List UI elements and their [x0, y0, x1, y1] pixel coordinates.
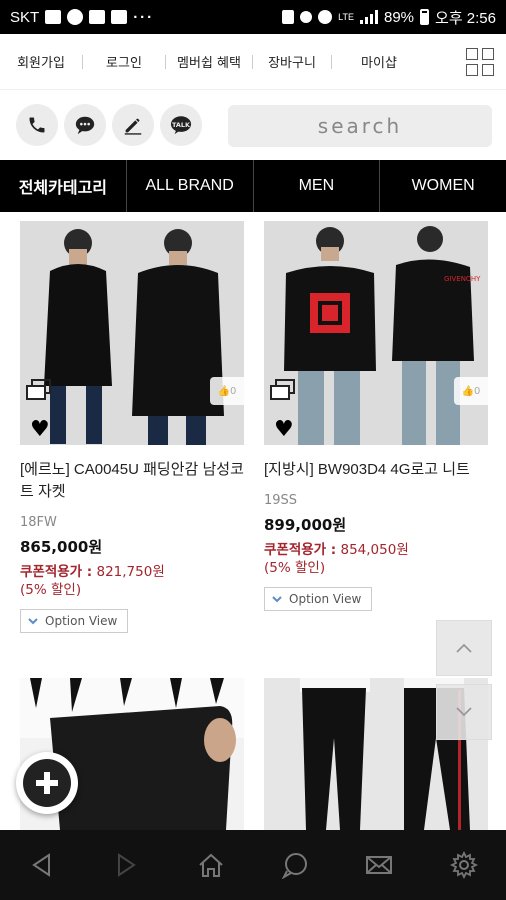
- talk-notification-icon: [67, 9, 84, 25]
- product-price: 899,000원: [264, 516, 347, 534]
- product-photo-coat: [20, 221, 244, 445]
- svg-text:TALK: TALK: [172, 121, 191, 129]
- like-count: 0: [474, 385, 481, 397]
- message-icon: [282, 853, 308, 879]
- product-card[interactable]: ♥ 👍 0 [에르노] CA0045U 패딩안감 남성코트 자켓 18FW 865…: [20, 221, 244, 633]
- signal-icon: [360, 10, 378, 24]
- mute-icon: [300, 11, 313, 23]
- coupon-value: 821,750원: [96, 564, 165, 580]
- nav-myshop-link[interactable]: 마이샵: [332, 52, 426, 71]
- nav-signup-link[interactable]: 회원가입: [0, 52, 82, 71]
- like-count: 0: [230, 385, 237, 397]
- clock: 오후 2:56: [435, 9, 496, 27]
- carrier-label: SKT: [10, 8, 40, 26]
- bottom-nav: [0, 830, 506, 900]
- coupon-price: 쿠폰적용가 : 821,750원 (5% 할인): [20, 563, 244, 599]
- chevron-up-icon: [456, 643, 472, 653]
- search-input[interactable]: search: [228, 105, 492, 147]
- copy-icon[interactable]: [26, 379, 52, 401]
- talk-icon: TALK: [170, 116, 192, 135]
- call-button[interactable]: [16, 104, 58, 146]
- scroll-down-button[interactable]: [436, 684, 492, 740]
- home-icon: [199, 853, 223, 877]
- email-notification-icon: [89, 10, 106, 24]
- option-view-button[interactable]: Option View: [20, 609, 129, 633]
- like-icon: 👍: [217, 385, 231, 397]
- tab-men[interactable]: MEN: [254, 160, 381, 212]
- gallery-notification-icon: [45, 10, 62, 24]
- chart-notification-icon: [111, 10, 128, 24]
- like-icon: 👍: [461, 385, 475, 397]
- floating-plus-button[interactable]: [16, 752, 78, 814]
- back-button[interactable]: [18, 841, 66, 889]
- chevron-down-icon: [456, 707, 472, 717]
- status-bar: SKT ··· LTE 89% 오후 2:56: [0, 0, 506, 34]
- svg-text:GIVENCHY: GIVENCHY: [444, 275, 481, 283]
- tab-all-brand[interactable]: ALL BRAND: [127, 160, 254, 212]
- chat-button[interactable]: [64, 104, 106, 146]
- product-card[interactable]: GIVENCHY ♥ 👍 0 [지방시] BW903D4 4G로고 니트 19SS…: [264, 221, 488, 611]
- product-image[interactable]: ♥ 👍 0: [20, 221, 244, 445]
- alarm-icon: [318, 10, 333, 24]
- coupon-price: 쿠폰적용가 : 854,050원 (5% 할인): [264, 541, 488, 577]
- forward-icon: [118, 853, 137, 877]
- quick-actions-row: TALK search: [0, 90, 506, 160]
- tab-all-categories[interactable]: 전체카테고리: [0, 160, 127, 212]
- scroll-up-button[interactable]: [436, 620, 492, 676]
- battery-icon: [420, 9, 430, 25]
- plus-icon: [36, 772, 58, 794]
- copy-icon[interactable]: [270, 379, 296, 401]
- network-type: LTE: [338, 11, 354, 22]
- nav-cart-link[interactable]: 장바구니: [253, 52, 331, 71]
- tab-women[interactable]: WOMEN: [380, 160, 506, 212]
- like-button[interactable]: 👍 0: [210, 377, 244, 405]
- heart-icon[interactable]: ♥: [274, 419, 294, 441]
- grid-menu-icon[interactable]: [466, 48, 494, 76]
- option-view-label: Option View: [289, 592, 362, 606]
- mail-icon: [366, 856, 393, 874]
- like-button[interactable]: 👍 0: [454, 377, 488, 405]
- top-nav: 회원가입 로그인 멤버쉽 혜택 장바구니 마이샵: [0, 34, 506, 90]
- chevron-down-icon: [28, 618, 38, 625]
- product-photo-knit: GIVENCHY: [264, 221, 488, 445]
- battery-percent: 89%: [384, 8, 415, 26]
- write-button[interactable]: [112, 104, 154, 146]
- more-notifications-icon: ···: [133, 8, 155, 26]
- product-title[interactable]: [에르노] CA0045U 패딩안감 남성코트 자켓: [20, 459, 244, 503]
- coupon-value: 854,050원: [340, 542, 409, 558]
- nav-membership-link[interactable]: 멤버쉽 혜택: [166, 52, 252, 71]
- discount-rate: (5% 할인): [20, 582, 82, 598]
- settings-button[interactable]: [440, 841, 488, 889]
- chevron-down-icon: [272, 596, 282, 603]
- chat-nav-button[interactable]: [271, 841, 319, 889]
- coupon-label: 쿠폰적용가 :: [264, 542, 337, 558]
- option-view-button[interactable]: Option View: [264, 587, 373, 611]
- discount-rate: (5% 할인): [264, 560, 326, 576]
- back-icon: [32, 853, 51, 877]
- coupon-label: 쿠폰적용가 :: [20, 564, 93, 580]
- nav-login-link[interactable]: 로그인: [83, 52, 165, 71]
- product-season: 18FW: [20, 515, 57, 530]
- chat-icon: [75, 116, 95, 135]
- search-placeholder: search: [317, 114, 403, 138]
- product-title[interactable]: [지방시] BW903D4 4G로고 니트: [264, 459, 488, 481]
- pencil-icon: [124, 118, 142, 135]
- option-view-label: Option View: [45, 614, 118, 628]
- category-bar: 전체카테고리 ALL BRAND MEN WOMEN: [0, 160, 506, 212]
- product-price: 865,000원: [20, 538, 103, 556]
- phone-icon: [29, 117, 45, 133]
- mail-button[interactable]: [355, 841, 403, 889]
- lock-icon: [282, 10, 295, 24]
- settings-icon: [449, 851, 478, 879]
- product-season: 19SS: [264, 493, 298, 508]
- forward-button[interactable]: [102, 841, 150, 889]
- app-root: SKT ··· LTE 89% 오후 2:56 회원가입 로그인 멤버쉽 혜택 …: [0, 0, 506, 900]
- product-image[interactable]: GIVENCHY ♥ 👍 0: [264, 221, 488, 445]
- home-button[interactable]: [187, 841, 235, 889]
- kakaotalk-button[interactable]: TALK: [160, 104, 202, 146]
- heart-icon[interactable]: ♥: [30, 419, 50, 441]
